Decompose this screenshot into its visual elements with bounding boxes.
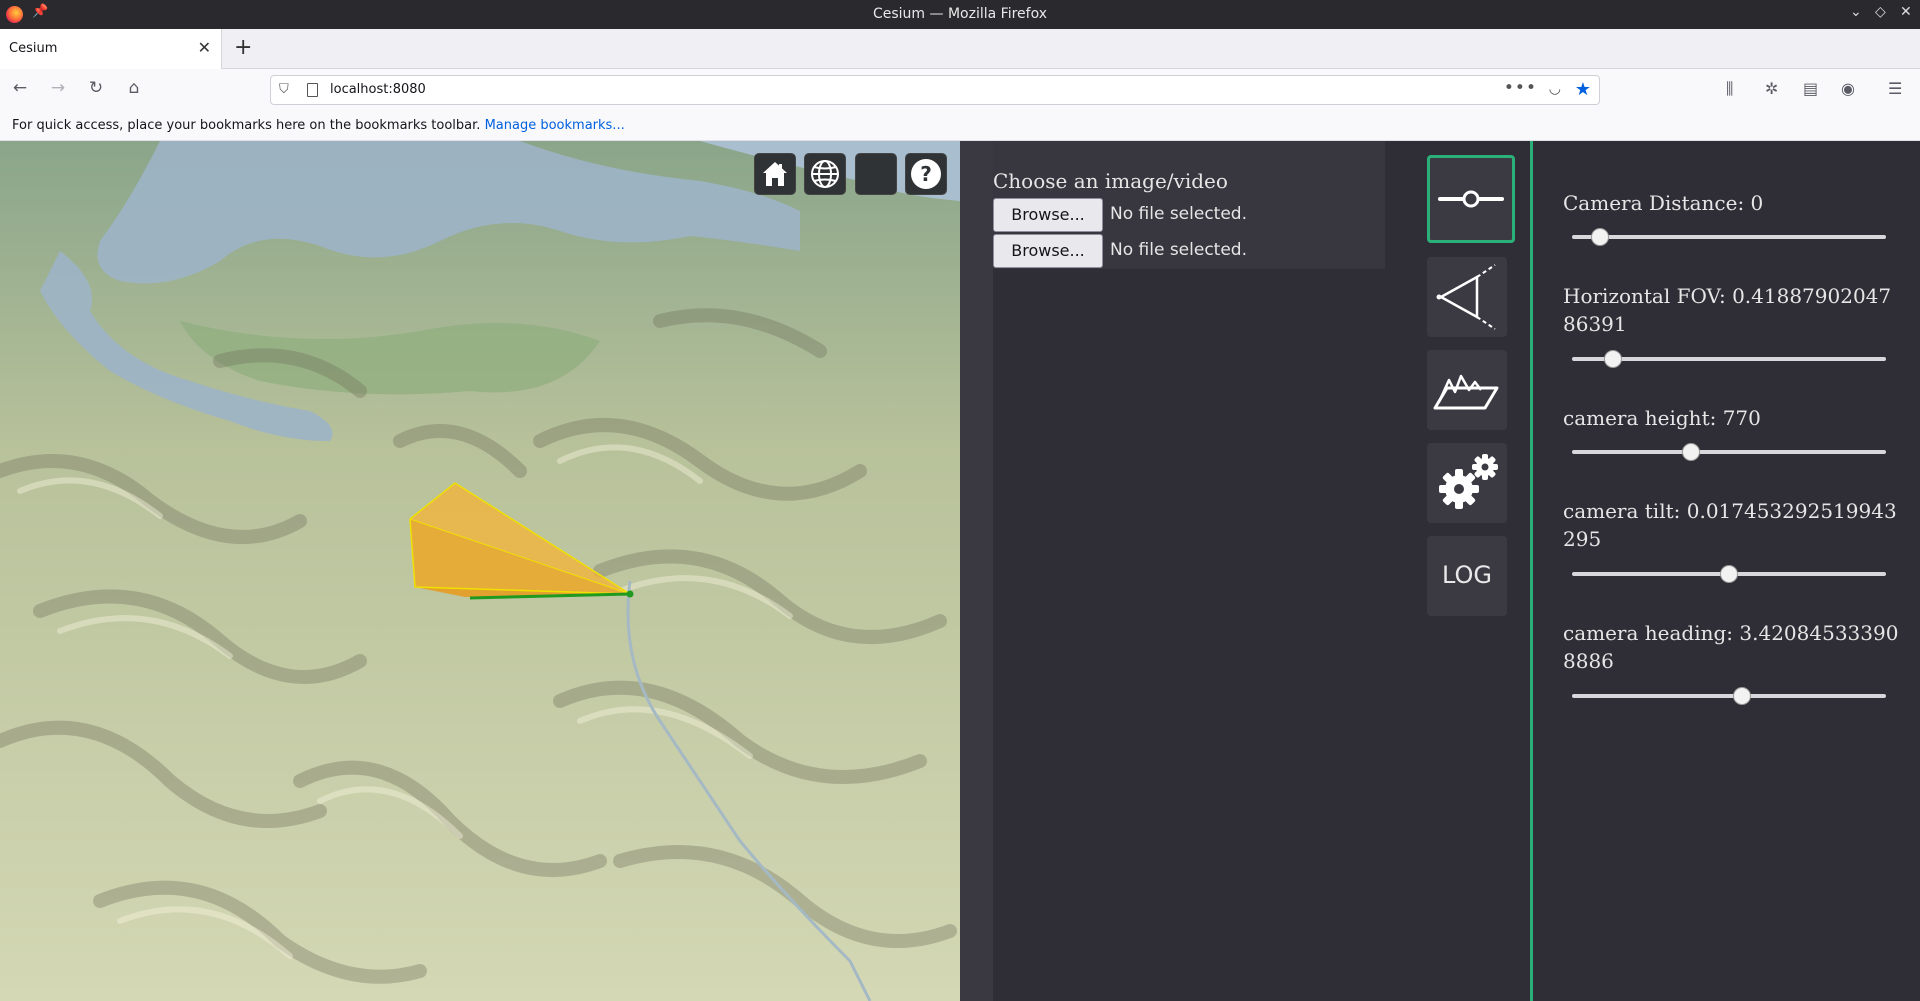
sliders-tool-button[interactable] [1427, 155, 1515, 243]
horizontal-fov-param: Horizontal FOV: 0.4188790204786391 [1563, 282, 1903, 338]
svg-text:?: ? [920, 162, 932, 186]
window-title: Cesium — Mozilla Firefox [872, 6, 1047, 22]
horizontal-fov-slider[interactable] [1572, 349, 1886, 369]
terrain-tool-button[interactable] [1427, 350, 1507, 430]
base-layer-picker-button[interactable] [855, 153, 897, 195]
home-icon [763, 162, 787, 186]
frustum-tool-button[interactable] [1427, 257, 1507, 337]
frustum-icon [1436, 264, 1496, 330]
log-label: LOG [1441, 561, 1492, 589]
account-icon[interactable]: ◉ [1841, 79, 1855, 98]
camera-tilt-label: camera tilt: 0.017453292519943295 [1563, 499, 1897, 551]
camera-tilt-param: camera tilt: 0.017453292519943295 [1563, 497, 1903, 553]
slider-icon [1438, 190, 1504, 208]
help-icon: ? [911, 159, 941, 189]
tab-title: Cesium [9, 41, 58, 56]
camera-height-slider[interactable] [1572, 442, 1886, 462]
pocket-icon[interactable]: ◡ [1549, 81, 1561, 97]
tab-close-icon[interactable]: ✕ [198, 38, 211, 57]
reload-icon[interactable]: ↻ [84, 78, 108, 98]
terrain-map [0, 141, 960, 1001]
slider-thumb[interactable] [1603, 350, 1622, 368]
camera-distance-slider[interactable] [1572, 227, 1886, 247]
navigation-bar: ← → ↻ ⌂ ⛉ localhost:8080 ••• ◡ ★ ⫼ ✲ ▤ ◉… [0, 69, 1920, 111]
browse-button-1[interactable]: Browse... [993, 198, 1103, 232]
minimize-icon[interactable]: ⌄ [1850, 4, 1862, 20]
bookmark-star-icon[interactable]: ★ [1575, 79, 1591, 100]
camera-height-param: camera height: 770 [1563, 404, 1903, 432]
tab-cesium[interactable]: Cesium ✕ [0, 29, 222, 69]
camera-heading-param: camera heading: 3.420845333908886 [1563, 619, 1903, 675]
slider-thumb[interactable] [1682, 443, 1701, 461]
horizontal-fov-label: Horizontal FOV: 0.4188790204786391 [1563, 284, 1892, 336]
window-titlebar: 📌 Cesium — Mozilla Firefox ⌄ ◇ ✕ [0, 0, 1920, 29]
bookmarks-toolbar: For quick access, place your bookmarks h… [0, 111, 1920, 141]
panel-divider [960, 141, 993, 1001]
camera-distance-label: Camera Distance: 0 [1563, 191, 1764, 215]
file-chooser: Choose an image/video Browse... No file … [993, 141, 1385, 269]
globe-icon [811, 160, 839, 188]
home-icon[interactable]: ⌂ [122, 78, 146, 98]
help-button[interactable]: ? [905, 153, 947, 195]
settings-tool-button[interactable] [1427, 443, 1507, 523]
home-view-button[interactable] [754, 153, 796, 195]
camera-distance-param: Camera Distance: 0 [1563, 189, 1903, 217]
camera-parameters-panel: Camera Distance: 0 Horizontal FOV: 0.418… [1530, 141, 1920, 1001]
slider-thumb[interactable] [1732, 687, 1751, 705]
gears-icon [1439, 454, 1498, 509]
menu-icon[interactable]: ☰ [1888, 79, 1902, 98]
back-icon[interactable]: ← [8, 78, 32, 98]
maximize-icon[interactable]: ◇ [1875, 4, 1886, 20]
camera-tilt-slider[interactable] [1572, 564, 1886, 584]
cesium-viewer[interactable]: ? [0, 141, 960, 1001]
close-window-icon[interactable]: ✕ [1900, 4, 1912, 20]
tab-strip: Cesium ✕ + [0, 29, 1920, 69]
sidebar-icon[interactable]: ▤ [1803, 79, 1818, 98]
camera-heading-slider[interactable] [1572, 686, 1886, 706]
extension-icon[interactable]: ✲ [1765, 79, 1778, 98]
file-chooser-label: Choose an image/video [993, 169, 1228, 193]
library-icon[interactable]: ⫼ [1726, 79, 1733, 99]
browse-button-2[interactable]: Browse... [993, 234, 1103, 268]
file-status-2: No file selected. [1110, 240, 1247, 260]
forward-icon[interactable]: → [46, 78, 70, 98]
new-tab-button[interactable]: + [234, 35, 252, 60]
manage-bookmarks-link[interactable]: Manage bookmarks... [485, 118, 625, 133]
url-bar[interactable]: ⛉ localhost:8080 ••• ◡ ★ [270, 75, 1600, 105]
scene-mode-button[interactable] [804, 153, 846, 195]
camera-heading-label: camera heading: 3.420845333908886 [1563, 621, 1899, 673]
tracking-shield-icon[interactable]: ⛉ [279, 82, 289, 97]
camera-point [626, 590, 634, 598]
camera-height-label: camera height: 770 [1563, 406, 1761, 430]
slider-thumb[interactable] [1591, 228, 1610, 246]
slider-thumb[interactable] [1720, 565, 1738, 583]
bookmarks-hint: For quick access, place your bookmarks h… [12, 118, 481, 133]
page-icon [307, 83, 318, 97]
file-status-1: No file selected. [1110, 204, 1247, 224]
url-text[interactable]: localhost:8080 [330, 82, 426, 97]
terrain-icon [1433, 374, 1499, 410]
log-tool-button[interactable]: LOG [1427, 536, 1507, 616]
page-actions-icon[interactable]: ••• [1504, 78, 1537, 98]
